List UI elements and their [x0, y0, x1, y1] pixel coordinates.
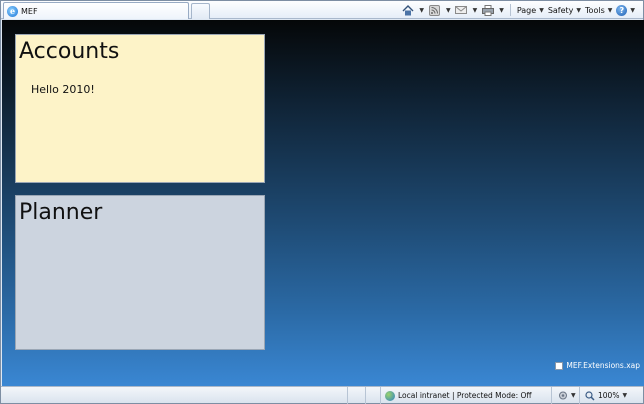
ie-icon: e: [7, 5, 18, 17]
chevron-down-icon: ▼: [622, 392, 628, 399]
feeds-dropdown-icon[interactable]: ▼: [446, 7, 451, 14]
tab-mef[interactable]: e MEF: [3, 2, 189, 19]
new-tab-button[interactable]: [191, 3, 210, 19]
planner-title: Planner: [19, 200, 103, 225]
browser-window: e MEF ▼ ▼ ▼ ▼ Page ▼ Safety ▼ Tools ▼ ? …: [0, 0, 644, 404]
settings-icon: [559, 391, 567, 400]
mail-dropdown-icon[interactable]: ▼: [473, 7, 478, 14]
accounts-panel: Accounts Hello 2010!: [15, 34, 265, 183]
help-icon: ?: [616, 4, 628, 16]
print-icon[interactable]: [481, 4, 494, 17]
security-zone[interactable]: Local intranet | Protected Mode: Off: [380, 387, 551, 404]
chevron-down-icon: ▼: [576, 6, 582, 14]
zoom-level: 100%: [598, 391, 620, 400]
browser-toolbar: e MEF ▼ ▼ ▼ ▼ Page ▼ Safety ▼ Tools ▼ ? …: [1, 1, 643, 19]
accounts-title: Accounts: [19, 39, 120, 64]
page-menu-label: Page: [516, 5, 537, 15]
chevron-down-icon: ▼: [630, 6, 635, 14]
tools-menu-label: Tools: [585, 5, 605, 15]
security-zone-text: Local intranet | Protected Mode: Off: [398, 391, 532, 400]
safety-menu[interactable]: Safety ▼: [548, 6, 581, 15]
globe-icon: [385, 390, 395, 401]
extension-checkbox[interactable]: [555, 361, 564, 370]
mail-icon[interactable]: [455, 4, 468, 17]
tab-title: MEF: [21, 6, 38, 16]
extension-label: MEF.Extensions.xap: [566, 361, 640, 370]
chevron-down-icon: ▼: [607, 6, 613, 14]
help-menu[interactable]: ? ▼: [616, 4, 635, 16]
status-text: [1, 387, 347, 404]
command-separator: [509, 4, 511, 16]
home-dropdown-icon[interactable]: ▼: [419, 7, 424, 14]
silverlight-content: Accounts Hello 2010! Planner MEF.Extensi…: [2, 20, 644, 386]
home-icon[interactable]: [401, 4, 414, 17]
command-bar: ▼ ▼ ▼ ▼ Page ▼ Safety ▼ Tools ▼ ? ▼: [401, 2, 635, 18]
accounts-message: Hello 2010!: [31, 83, 95, 96]
page-menu[interactable]: Page ▼: [517, 6, 544, 15]
status-pane: [365, 387, 380, 404]
zoom-icon: [585, 390, 595, 401]
chevron-down-icon: ▼: [571, 392, 576, 399]
print-dropdown-icon[interactable]: ▼: [499, 7, 504, 14]
status-bar: Local intranet | Protected Mode: Off ▼ 1…: [1, 386, 643, 404]
feeds-icon[interactable]: [428, 4, 441, 17]
status-pane: [347, 387, 365, 404]
zoom-control[interactable]: 100% ▼: [579, 387, 643, 404]
safety-menu-label: Safety: [547, 5, 574, 15]
tools-menu[interactable]: Tools ▼: [585, 6, 612, 15]
extension-item[interactable]: MEF.Extensions.xap: [555, 361, 640, 370]
chevron-down-icon: ▼: [539, 6, 544, 14]
protected-mode-settings[interactable]: ▼: [551, 387, 579, 404]
planner-panel: Planner: [15, 195, 265, 350]
